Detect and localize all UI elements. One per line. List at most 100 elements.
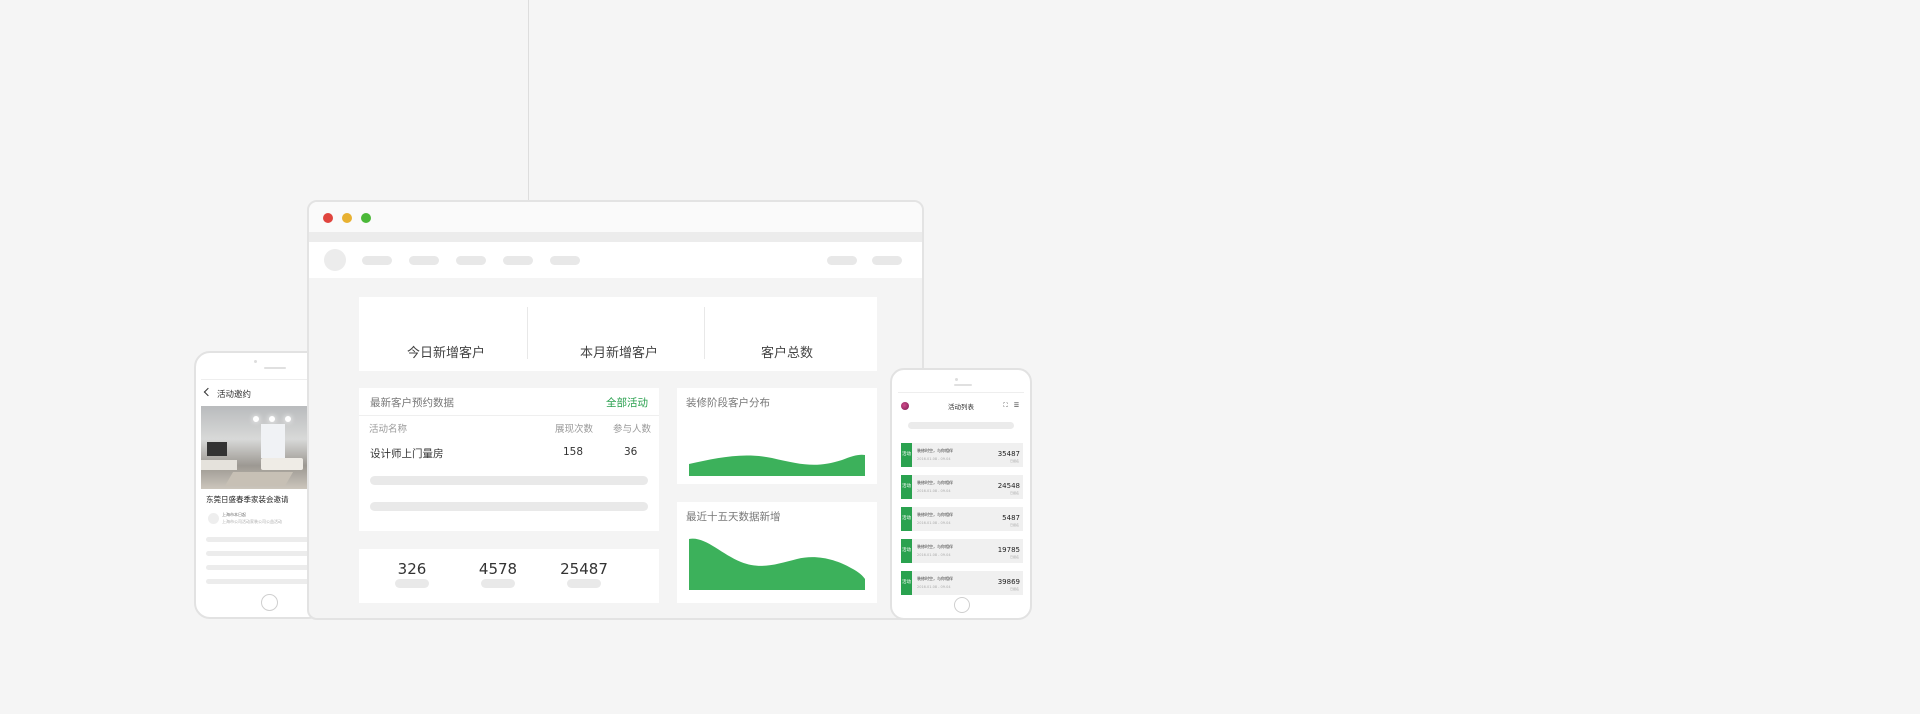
activity-badge: 活动 <box>901 507 912 531</box>
divider <box>704 307 705 359</box>
activity-count: 35487 <box>997 450 1020 458</box>
stat-today-new-customers: 今日新增客户 <box>406 346 485 361</box>
nav-item-placeholder[interactable] <box>503 256 533 265</box>
phone-home-button[interactable] <box>954 597 970 613</box>
activity-count: 24548 <box>997 482 1020 490</box>
table-row-placeholder <box>370 476 648 485</box>
activity-title: 装修时空，与你相伴 <box>917 448 953 453</box>
divider <box>359 415 659 416</box>
ceiling-light-icon <box>253 416 259 422</box>
activity-count: 5487 <box>1002 514 1020 522</box>
activity-title: 装修时空，与你相伴 <box>917 544 953 549</box>
stage-distribution-chart <box>689 454 865 476</box>
list-item[interactable]: 活动 装修时空，与你相伴 2016.01.08 - 09.04 35487 已报… <box>901 443 1023 467</box>
activity-title: 装修时空，与你相伴 <box>917 576 953 581</box>
metric-label-placeholder <box>395 579 429 588</box>
stage-area <box>689 454 865 476</box>
activity-badge: 活动 <box>901 539 912 563</box>
browser-window: 今日新增客户 本月新增客户 客户总数 最新客户预约数据 全部活动 活动名称 展现… <box>307 200 924 620</box>
stage-distribution-card: 装修阶段客户分布 <box>677 388 877 484</box>
ceiling-light-icon <box>285 416 291 422</box>
room-window <box>261 424 285 458</box>
activity-count: 39869 <box>997 578 1020 586</box>
activity-badge: 活动 <box>901 443 912 467</box>
list-icon[interactable]: ☰ <box>1013 402 1020 409</box>
appointments-title: 最新客户预约数据 <box>370 397 454 409</box>
stat-month-new-customers: 本月新增客户 <box>579 346 658 361</box>
growth-area <box>689 538 865 590</box>
list-item[interactable]: 活动 装修时空，与你相伴 2016.01.08 - 09.04 39869 已报… <box>901 571 1023 595</box>
tablet-page-title: 活动邀约 <box>217 390 252 400</box>
activity-date: 2016.01.08 - 09.04 <box>917 553 951 557</box>
activity-date: 2016.01.08 - 09.04 <box>917 521 951 525</box>
room-cabinet <box>201 460 237 470</box>
growth-card: 最近十五天数据新增 <box>677 502 877 603</box>
minimize-window-button[interactable] <box>342 213 352 223</box>
list-item[interactable]: 活动 装修时空，与你相伴 2016.01.08 - 09.04 24548 已报… <box>901 475 1023 499</box>
invitation-meta-sub: 上海市公司活动家装公司公益活动 <box>222 519 282 524</box>
activity-date: 2016.01.08 - 09.04 <box>917 489 951 493</box>
invitation-headline[interactable]: 东莞日盛春季家装会邀请 <box>206 494 289 505</box>
invitation-meta: 上海市本日起 <box>222 512 246 517</box>
metric-value: 25487 <box>560 560 608 578</box>
avatar <box>208 513 219 524</box>
room-sofa <box>261 458 303 470</box>
activity-count-label: 已报名 <box>1009 555 1019 559</box>
logo-placeholder <box>324 249 346 271</box>
maximize-window-button[interactable] <box>361 213 371 223</box>
divider <box>527 307 528 359</box>
activity-count-label: 已报名 <box>1009 587 1019 591</box>
browser-titlebar <box>309 202 922 232</box>
user-menu-placeholder[interactable] <box>827 256 857 265</box>
activity-count-label: 已报名 <box>1009 523 1019 527</box>
decorative-vertical-line <box>528 0 529 200</box>
user-menu-placeholder[interactable] <box>872 256 902 265</box>
back-arrow-icon[interactable] <box>203 387 213 397</box>
activity-title: 装修时空，与你相伴 <box>917 480 953 485</box>
tablet-speaker <box>264 367 286 369</box>
search-bar-placeholder[interactable] <box>908 422 1014 429</box>
appointments-card: 最新客户预约数据 全部活动 活动名称 展现次数 参与人数 设计师上门量房 158… <box>359 388 659 531</box>
activity-count: 19785 <box>997 546 1020 554</box>
tablet-home-button[interactable] <box>261 594 278 611</box>
table-row-participants: 36 <box>624 446 638 458</box>
metric-label-placeholder <box>481 579 515 588</box>
activity-badge: 活动 <box>901 475 912 499</box>
nav-item-placeholder[interactable] <box>362 256 392 265</box>
tablet-mockup: 活动邀约 东莞日盛春季家装会邀请 上海市本日起 上海市公司活动家装公司公益活动 <box>194 351 324 619</box>
phone-speaker <box>954 384 972 386</box>
nav-item-placeholder[interactable] <box>456 256 486 265</box>
nav-item-placeholder[interactable] <box>409 256 439 265</box>
list-item[interactable]: 活动 装修时空，与你相伴 2016.01.08 - 09.04 19785 已报… <box>901 539 1023 563</box>
phone-mockup: 活动列表 ⛶ ☰ 活动 装修时空，与你相伴 2016.01.08 - 09.04… <box>890 368 1032 620</box>
customer-stats-card: 今日新增客户 本月新增客户 客户总数 <box>359 297 877 371</box>
metric-label-placeholder <box>567 579 601 588</box>
room-tv <box>207 442 227 456</box>
all-activities-link[interactable]: 全部活动 <box>606 395 648 410</box>
close-window-button[interactable] <box>323 213 333 223</box>
activity-count-label: 已报名 <box>1009 491 1019 495</box>
phone-screen: 活动列表 ⛶ ☰ 活动 装修时空，与你相伴 2016.01.08 - 09.04… <box>898 392 1024 598</box>
ceiling-light-icon <box>269 416 275 422</box>
growth-chart <box>689 538 865 590</box>
list-item[interactable]: 活动 装修时空，与你相伴 2016.01.08 - 09.04 5487 已报名 <box>901 507 1023 531</box>
tablet-camera <box>254 360 257 363</box>
table-row-placeholder <box>370 502 648 511</box>
living-room-photo <box>201 406 322 489</box>
stat-total-customers: 客户总数 <box>760 346 813 361</box>
browser-tab-strip <box>309 232 922 242</box>
activity-title: 装修时空，与你相伴 <box>917 512 953 517</box>
expand-icon[interactable]: ⛶ <box>1002 402 1009 409</box>
metric-value: 4578 <box>478 560 518 578</box>
column-header-participants: 参与人数 <box>613 424 652 435</box>
activity-count-label: 已报名 <box>1009 459 1019 463</box>
activity-date: 2016.01.08 - 09.04 <box>917 457 951 461</box>
phone-camera <box>955 378 958 381</box>
column-header-activity-name: 活动名称 <box>369 424 408 435</box>
table-row-activity-name[interactable]: 设计师上门量房 <box>370 446 444 461</box>
numbers-card: 326 4578 25487 <box>359 549 659 603</box>
table-row-views: 158 <box>563 446 584 458</box>
tablet-screen: 活动邀约 东莞日盛春季家装会邀请 上海市本日起 上海市公司活动家装公司公益活动 <box>201 379 322 589</box>
nav-item-placeholder[interactable] <box>550 256 580 265</box>
dashboard-navbar <box>309 242 922 278</box>
